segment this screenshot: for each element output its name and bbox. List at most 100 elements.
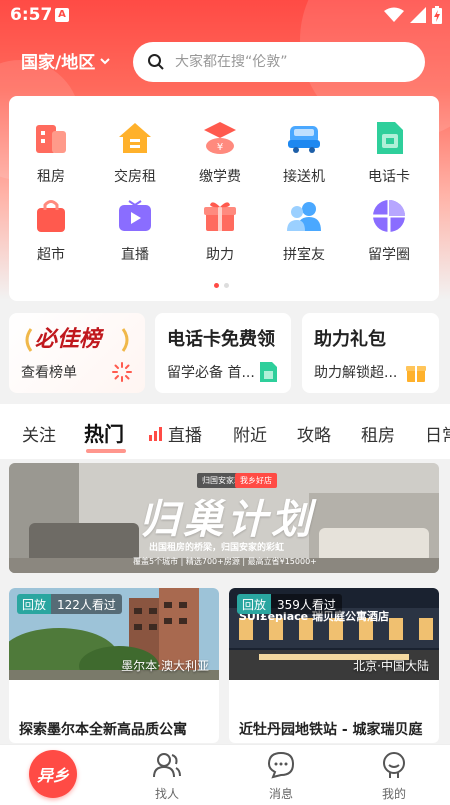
wifi-icon — [384, 7, 404, 22]
live-location: 北京·中国大陆 — [353, 659, 429, 673]
live-badge: 回放 359人看过 — [237, 594, 342, 614]
ranking-sub: 查看榜单 — [21, 365, 77, 381]
notification-app-icon: A — [55, 8, 69, 22]
page-dot-active — [214, 283, 219, 288]
nav-mine[interactable]: 我的 — [364, 751, 424, 802]
live-bars-icon — [149, 426, 162, 441]
roommate-icon — [284, 196, 324, 236]
chevron-down-icon — [100, 57, 110, 64]
service-tuition[interactable]: ¥ 缴学费 — [180, 118, 260, 186]
replay-badge: 回放 — [237, 594, 272, 614]
message-bubble-icon — [267, 751, 295, 779]
airport-car-icon — [284, 118, 324, 158]
viewer-count: 122人看过 — [51, 594, 122, 614]
tab-hot[interactable]: 热门 — [84, 418, 126, 453]
tuition-icon: ¥ — [200, 118, 240, 158]
circle-icon — [369, 196, 409, 236]
status-time: 6:57 — [10, 5, 53, 25]
service-label: 电话卡 — [368, 169, 410, 185]
service-label: 缴学费 — [199, 169, 241, 185]
promo-ranking[interactable]: 必佳榜 查看榜单 — [9, 313, 145, 393]
search-bar[interactable] — [133, 42, 425, 82]
people-icon — [153, 753, 181, 778]
sim-promo-sub: 留学必备 首... — [167, 365, 255, 381]
services-card: 租房 交房租 ¥ 缴学费 接送机 电话卡 超市 直播 助力 拼室友 留学圈 — [9, 96, 439, 301]
nav-home-button[interactable]: 异乡 — [29, 750, 77, 798]
promo-gift-pack[interactable]: 助力礼包 助力解锁超... — [302, 313, 439, 393]
service-label: 超市 — [37, 247, 65, 263]
service-label: 直播 — [121, 247, 149, 263]
nav-label: 找人 — [154, 787, 179, 801]
replay-badge: 回放 — [17, 594, 52, 614]
sim-card-small-icon — [260, 362, 277, 382]
search-icon — [148, 54, 164, 70]
search-input[interactable] — [175, 54, 395, 70]
live-caption: 近牡丹园地铁站 - 城家瑞贝庭 — [239, 722, 423, 738]
page-dot — [224, 283, 229, 288]
service-help[interactable]: 助力 — [180, 196, 260, 264]
gift-small-icon — [406, 366, 426, 382]
page-indicator — [214, 283, 229, 288]
service-label: 接送机 — [283, 169, 325, 185]
battery-charging-icon — [432, 6, 442, 24]
live-caption: 探索墨尔本全新高品质公寓 — [19, 722, 187, 738]
banner-tag-brand: 我乡好店 — [235, 473, 277, 488]
pay-rent-icon — [115, 118, 155, 158]
status-bar: 6:57 A — [0, 0, 450, 30]
gift-icon — [200, 196, 240, 236]
service-study-circle[interactable]: 留学圈 — [349, 196, 429, 264]
banner-details: 覆盖5个城市 | 精选700+房源 | 最高立省¥15000+ — [133, 557, 317, 566]
campaign-banner[interactable]: 归国安家就上 我乡好店 归巢计划 出国租房的桥梁，归国安家的彩虹 覆盖5个城市 … — [9, 463, 439, 573]
loading-spinner-icon — [112, 362, 132, 382]
live-badge: 回放 122人看过 — [17, 594, 122, 614]
tab-hot-label: 热门 — [84, 422, 124, 446]
banner-headline: 归巢计划 — [139, 497, 315, 543]
region-label: 国家/地区 — [21, 53, 96, 73]
live-card[interactable]: SUI£eplace 瑞贝庭公寓酒店 回放 359人看过 北京·中国大陆 近牡丹… — [229, 588, 439, 743]
rent-icon — [31, 118, 71, 158]
live-location: 墨尔本·澳大利亚 — [121, 659, 209, 673]
app-screen: 6:57 A 国家/地区 租房 交房租 ¥ — [0, 0, 450, 805]
promo-sim-card[interactable]: 电话卡免费领 留学必备 首... — [155, 313, 291, 393]
sim-promo-title: 电话卡免费领 — [167, 329, 275, 350]
region-selector[interactable]: 国家/地区 — [21, 48, 111, 73]
banner-slogan: 出国租房的桥梁，归国安家的彩虹 — [149, 543, 285, 553]
service-label: 助力 — [206, 247, 234, 263]
service-pay-rent[interactable]: 交房租 — [95, 118, 175, 186]
service-roommate[interactable]: 拼室友 — [264, 196, 344, 264]
tab-rent[interactable]: 租房 — [361, 421, 395, 446]
supermarket-bag-icon — [31, 196, 71, 236]
service-live[interactable]: 直播 — [95, 196, 175, 264]
tab-live[interactable]: 直播 — [148, 421, 202, 446]
nav-messages[interactable]: 消息 — [251, 751, 311, 802]
service-label: 留学圈 — [368, 247, 410, 263]
tab-guides[interactable]: 攻略 — [297, 421, 331, 446]
service-rent[interactable]: 租房 — [11, 118, 91, 186]
feed-tabs: 关注 热门 直播 附近 攻略 租房 日常 — [0, 404, 450, 459]
svg-text:¥: ¥ — [217, 142, 223, 153]
service-label: 交房租 — [114, 169, 156, 185]
profile-face-icon — [383, 752, 405, 778]
status-icons — [384, 6, 442, 24]
nav-label: 消息 — [268, 787, 293, 801]
nav-label: 我的 — [381, 787, 406, 801]
signal-icon — [410, 7, 426, 23]
gift-promo-sub: 助力解锁超... — [314, 365, 398, 381]
service-label: 拼室友 — [283, 247, 325, 263]
nav-find-people[interactable]: 找人 — [137, 751, 197, 802]
live-tv-icon — [115, 196, 155, 236]
gift-promo-title: 助力礼包 — [314, 329, 386, 350]
tab-daily[interactable]: 日常 — [425, 421, 450, 446]
service-airport[interactable]: 接送机 — [264, 118, 344, 186]
tab-follow[interactable]: 关注 — [22, 421, 56, 446]
tab-live-label: 直播 — [168, 426, 202, 446]
service-label: 租房 — [37, 169, 65, 185]
viewer-count: 359人看过 — [271, 594, 342, 614]
live-card[interactable]: 回放 122人看过 墨尔本·澳大利亚 探索墨尔本全新高品质公寓 — [9, 588, 219, 743]
service-sim-card[interactable]: 电话卡 — [349, 118, 429, 186]
service-supermarket[interactable]: 超市 — [11, 196, 91, 264]
sim-card-icon — [369, 118, 409, 158]
laurel-icon — [25, 328, 129, 352]
tab-nearby[interactable]: 附近 — [233, 421, 267, 446]
active-tab-underline — [86, 449, 126, 453]
